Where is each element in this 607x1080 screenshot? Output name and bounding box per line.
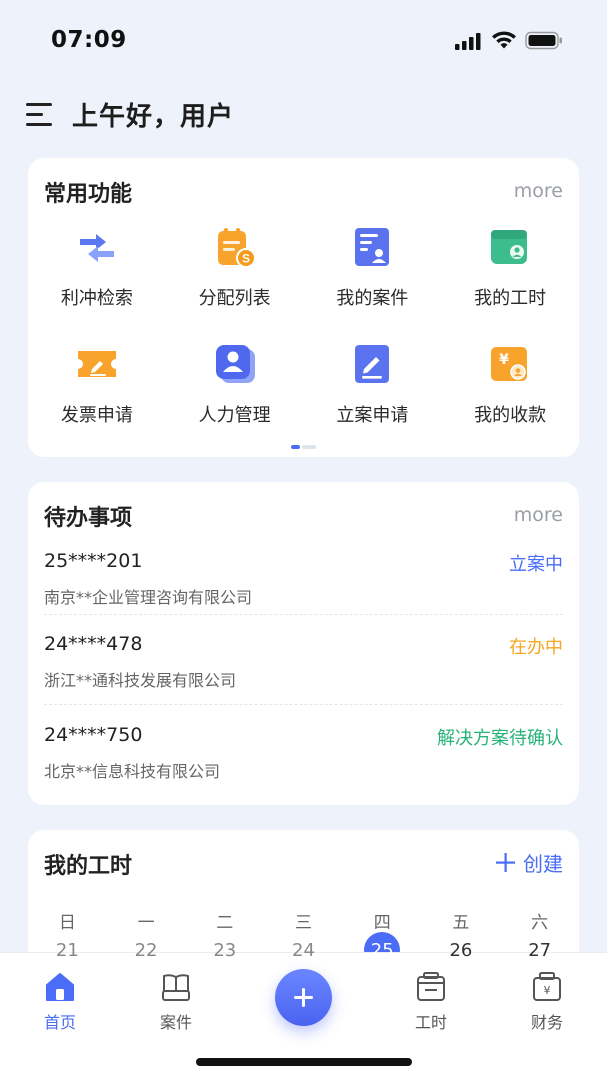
- function-label: 我的工时: [474, 288, 547, 309]
- weekday-label: 二: [216, 913, 234, 933]
- status-badge: 解决方案待确认: [437, 728, 563, 749]
- divider: [44, 614, 563, 615]
- battery-icon: [525, 31, 562, 50]
- tab-label: 案件: [159, 1013, 192, 1032]
- weekday-label: 日: [58, 913, 76, 933]
- tab-finance[interactable]: ¥ 财务: [507, 971, 587, 1033]
- function-my-hours[interactable]: 我的工时: [441, 224, 579, 341]
- status-time: 07:09: [51, 27, 127, 53]
- company-name: 浙江**通科技发展有限公司: [44, 671, 237, 690]
- todo-title: 待办事项: [44, 506, 133, 531]
- tab-label: 首页: [43, 1013, 76, 1032]
- create-button[interactable]: 创建: [496, 848, 563, 877]
- function-label: 人力管理: [198, 405, 271, 426]
- date-number: 24: [292, 940, 315, 961]
- page-dot: [302, 445, 316, 449]
- greeting: 上午好，用户: [72, 101, 235, 132]
- case-number: 25****201: [44, 550, 143, 572]
- case-number: 24****750: [44, 724, 143, 746]
- page-dot-active: [291, 445, 300, 449]
- plus-icon[interactable]: [275, 969, 332, 1026]
- date-number: 26: [449, 940, 473, 961]
- weekday-label: 四: [373, 913, 391, 933]
- date-number: 21: [55, 940, 79, 961]
- book-icon: [162, 974, 190, 1001]
- case-document-icon: [355, 228, 390, 266]
- calendar-user-icon: [491, 230, 528, 264]
- tab-home[interactable]: 首页: [20, 971, 100, 1033]
- divider: [44, 704, 563, 705]
- weekday-label: 六: [531, 913, 549, 933]
- status-icons: [455, 31, 563, 50]
- home-icon: [46, 973, 74, 1001]
- status-badge: 在办中: [509, 637, 563, 658]
- clipboard-coin-icon: S: [217, 228, 256, 268]
- svg-text:¥: ¥: [499, 352, 509, 368]
- status-badge: 立案中: [509, 554, 563, 575]
- signal-icon: [455, 32, 481, 50]
- function-my-receipts[interactable]: ¥ 我的收款: [441, 341, 579, 458]
- invoice-ticket-icon: [77, 351, 116, 377]
- function-invoice-request[interactable]: 发票申请: [28, 341, 166, 458]
- function-conflict-search[interactable]: 利冲检索: [28, 224, 166, 341]
- function-label: 发票申请: [60, 405, 133, 426]
- weekday-label: 一: [137, 913, 155, 933]
- edit-document-icon: [355, 345, 390, 383]
- functions-title: 常用功能: [44, 182, 133, 207]
- company-name: 北京**信息科技有限公司: [44, 762, 221, 781]
- tab-label: 工时: [414, 1013, 447, 1032]
- todo-more-link[interactable]: more: [514, 504, 563, 526]
- status-bar: 07:09: [0, 0, 607, 84]
- weekday-row: 日 一 二 三 四 五 六: [28, 908, 579, 933]
- header: 上午好，用户: [26, 92, 234, 136]
- company-name: 南京**企业管理咨询有限公司: [44, 588, 253, 607]
- timesheet-icon: [417, 972, 445, 1001]
- function-hr-management[interactable]: 人力管理: [166, 341, 304, 458]
- tab-cases[interactable]: 案件: [136, 971, 216, 1033]
- tab-hours[interactable]: 工时: [391, 971, 471, 1033]
- function-my-cases[interactable]: 我的案件: [304, 224, 442, 341]
- page-indicator: [291, 445, 316, 449]
- weekday-label: 五: [452, 913, 470, 933]
- function-label: 我的收款: [474, 405, 547, 426]
- todo-item[interactable]: 24****478 在办中 浙江**通科技发展有限公司: [44, 633, 563, 721]
- date-number: 22: [134, 940, 158, 961]
- person-card-icon: [215, 345, 255, 383]
- function-label: 我的案件: [336, 288, 409, 309]
- svg-text:¥: ¥: [544, 984, 551, 997]
- tab-label: 财务: [530, 1013, 563, 1032]
- functions-more-link[interactable]: more: [514, 180, 563, 202]
- todo-card: 待办事项 more 25****201 立案中 南京**企业管理咨询有限公司 2…: [28, 482, 579, 805]
- plus-icon: [496, 853, 515, 872]
- function-label: 利冲检索: [60, 288, 133, 309]
- date-number: 27: [528, 940, 552, 961]
- wifi-icon: [492, 31, 516, 49]
- home-indicator: [196, 1058, 412, 1066]
- finance-icon: ¥: [533, 972, 561, 1001]
- date-number: 23: [213, 940, 237, 961]
- yuan-receipt-icon: ¥: [491, 347, 528, 381]
- function-label: 立案申请: [336, 405, 409, 426]
- function-label: 分配列表: [198, 288, 271, 309]
- functions-grid: 利冲检索 S 分配列表 我的案件 我的工时 发票申请 人力管理 立案申请 ¥ 我…: [28, 224, 579, 458]
- todo-item[interactable]: 24****750 解决方案待确认 北京**信息科技有限公司: [44, 724, 563, 812]
- todo-item[interactable]: 25****201 立案中 南京**企业管理咨询有限公司: [44, 550, 563, 638]
- weekday-label: 三: [294, 913, 312, 933]
- swap-arrows-icon: [79, 234, 114, 262]
- case-number: 24****478: [44, 633, 143, 655]
- function-case-filing[interactable]: 立案申请: [304, 341, 442, 458]
- date-number: 25: [370, 940, 394, 961]
- create-label: 创建: [523, 852, 563, 876]
- common-functions-card: 常用功能 more 利冲检索 S 分配列表 我的案件 我的工时 发票申请 人力管…: [28, 158, 579, 457]
- menu-icon[interactable]: [26, 102, 54, 126]
- function-assignment-list[interactable]: S 分配列表: [166, 224, 304, 341]
- hours-title: 我的工时: [44, 854, 133, 879]
- svg-text:S: S: [242, 252, 250, 266]
